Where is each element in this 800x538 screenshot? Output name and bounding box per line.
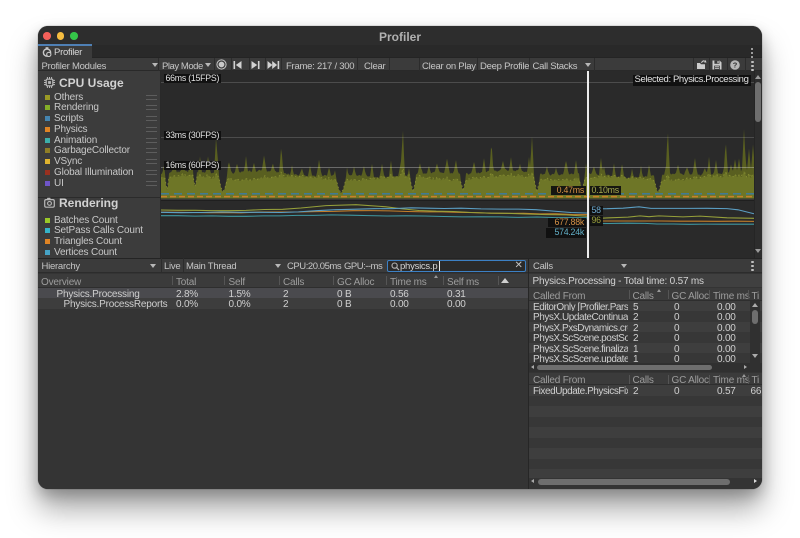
svg-text:?: ? bbox=[733, 60, 738, 69]
